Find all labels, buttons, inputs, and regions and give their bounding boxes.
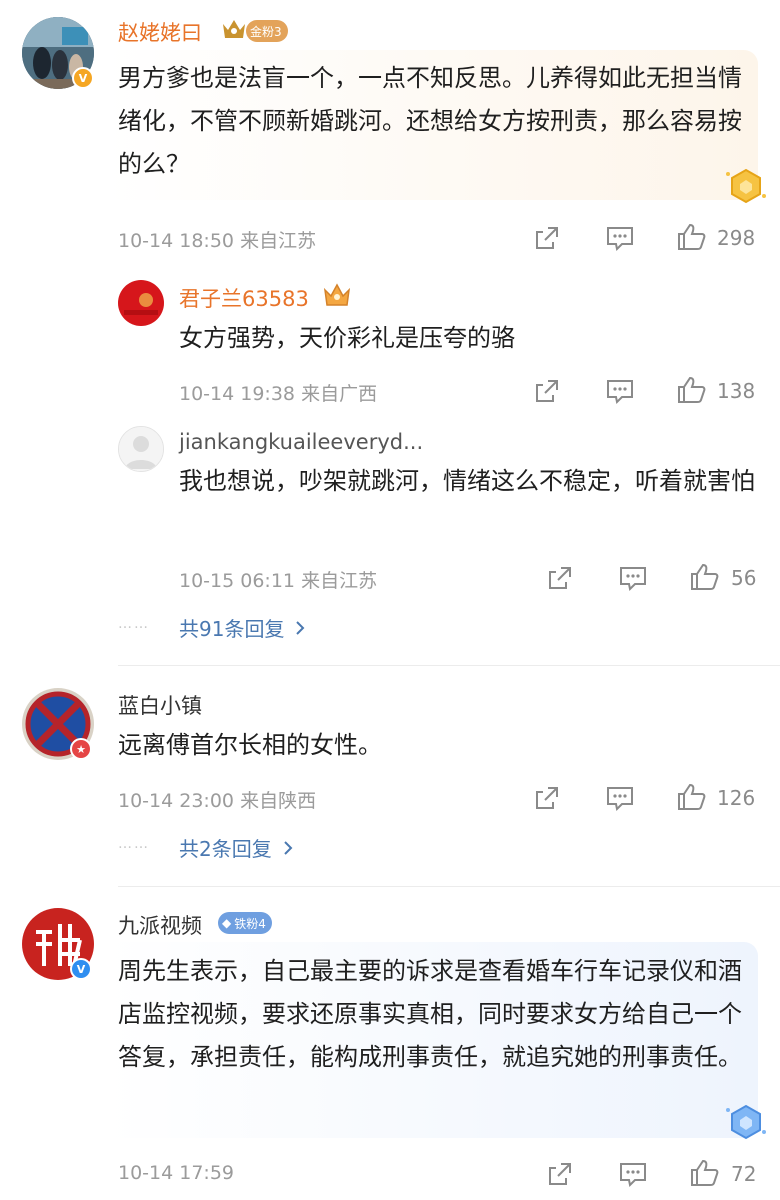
comment-icon	[607, 227, 633, 252]
like-count: 56	[731, 566, 757, 590]
chevron-right-icon	[296, 620, 305, 635]
share-icon	[549, 1163, 571, 1185]
like-count: 138	[717, 379, 756, 403]
location: 来自江苏	[301, 570, 378, 592]
comment-text: 周先生表示，自己最主要的诉求是查看婚车行车记录仪和酒店监控视频，要求还原事实真相…	[118, 957, 742, 1071]
reply-avatar[interactable]	[118, 280, 164, 326]
verified-badge-icon: V	[70, 958, 92, 980]
thumbs-up-icon	[691, 1159, 719, 1186]
like-button[interactable]	[676, 222, 708, 252]
dots-indicator: ……	[118, 836, 150, 852]
timestamp: 10-14 17:59	[118, 1162, 235, 1184]
comment-icon	[607, 787, 633, 812]
username[interactable]: 九派视频	[118, 910, 202, 940]
dots-indicator: ……	[118, 616, 150, 632]
comment-text: 远离傅首尔长相的女性。	[118, 731, 382, 759]
like-count: 72	[731, 1162, 757, 1186]
share-button[interactable]	[546, 1160, 574, 1188]
share-button[interactable]	[533, 377, 561, 405]
reply-username[interactable]: jiankangkuaileeveryd...	[179, 430, 423, 454]
crown-vip-icon	[322, 281, 352, 313]
thumbs-up-icon	[691, 563, 719, 590]
reply-button[interactable]	[605, 784, 635, 812]
like-count: 298	[717, 226, 756, 250]
reply-username[interactable]: 君子兰63583	[179, 283, 309, 313]
like-button[interactable]	[689, 562, 721, 592]
reply-timestamp: 10-14 19:38 来自广西	[179, 383, 378, 405]
comment-icon	[620, 1163, 646, 1188]
comment-icon	[607, 380, 633, 405]
blue-gem-icon	[722, 1102, 770, 1146]
default-avatar-icon	[119, 427, 163, 471]
fan-badge-label: 铁粉4	[234, 916, 266, 931]
share-icon	[549, 567, 571, 589]
share-icon	[536, 227, 558, 249]
divider	[118, 665, 780, 666]
comment-text: 男方爹也是法盲一个，一点不知反思。儿养得如此无担当情绪化，不管不顾新婚跳河。还想…	[118, 64, 742, 178]
reply-button[interactable]	[618, 1160, 648, 1188]
location: 来自广西	[301, 383, 378, 405]
fan-badge: ◆ 铁粉4	[218, 912, 272, 934]
more-replies-link[interactable]: 共2条回复	[179, 833, 298, 862]
thumbs-up-icon	[678, 223, 706, 250]
thumbs-up-icon	[678, 783, 706, 810]
reply-text: 我也想说，吵架就跳河，情绪这么不稳定，听着就害怕	[179, 467, 755, 495]
diamond-icon: ◆	[222, 916, 232, 930]
crown-icon	[220, 16, 248, 46]
thumbs-up-icon	[678, 376, 706, 403]
username[interactable]: 蓝白小镇	[118, 690, 202, 720]
share-icon	[536, 380, 558, 402]
share-icon	[536, 787, 558, 809]
like-count: 126	[717, 786, 756, 810]
share-button[interactable]	[533, 784, 561, 812]
chevron-right-icon	[284, 840, 293, 855]
comment-icon	[620, 567, 646, 592]
share-button[interactable]	[546, 564, 574, 592]
location: 来自陕西	[240, 790, 317, 812]
verified-badge-icon: ★	[70, 738, 92, 760]
location: 来自江苏	[240, 230, 317, 252]
like-button[interactable]	[676, 782, 708, 812]
reply-timestamp: 10-15 06:11 来自江苏	[179, 570, 378, 592]
username[interactable]: 赵姥姥曰	[118, 17, 202, 47]
reply-avatar[interactable]	[118, 426, 164, 472]
reply-button[interactable]	[605, 377, 635, 405]
reply-text: 女方强势，天价彩礼是压夸的骆	[179, 324, 515, 352]
reply-button[interactable]	[618, 564, 648, 592]
divider	[118, 886, 780, 887]
gold-gem-icon	[722, 166, 770, 210]
more-replies-link[interactable]: 共91条回复	[179, 613, 310, 642]
fan-badge: 金粉3	[246, 20, 288, 42]
more-replies-label: 共2条回复	[179, 837, 272, 861]
like-button[interactable]	[676, 375, 708, 405]
share-button[interactable]	[533, 224, 561, 252]
like-button[interactable]	[689, 1158, 721, 1188]
more-replies-label: 共91条回复	[179, 617, 285, 641]
fan-badge-label: 金粉3	[250, 24, 282, 39]
reply-button[interactable]	[605, 224, 635, 252]
avatar-red-icon	[118, 280, 164, 326]
timestamp: 10-14 23:00 来自陕西	[118, 790, 317, 812]
timestamp: 10-14 18:50 来自江苏	[118, 230, 317, 252]
verified-badge-icon: V	[72, 67, 94, 89]
